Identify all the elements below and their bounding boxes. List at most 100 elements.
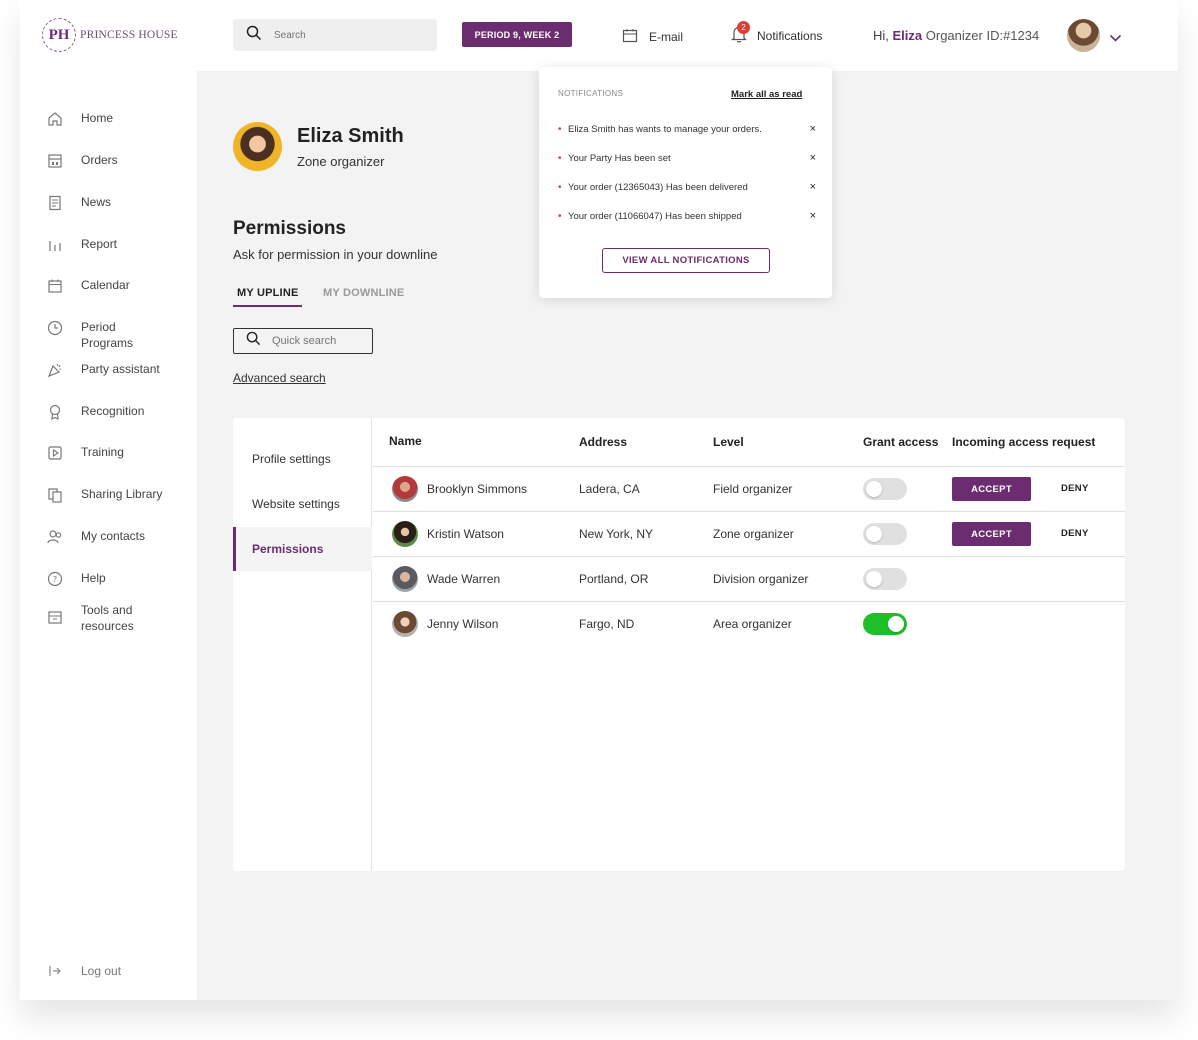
row-address: Fargo, ND [579, 617, 635, 631]
email-label: E-mail [649, 30, 684, 44]
close-icon[interactable]: × [806, 123, 816, 135]
active-tab-indicator [233, 305, 302, 307]
bell-icon: 2 [730, 21, 750, 44]
brand-logo[interactable]: PH PRINCESS HOUSE [42, 18, 178, 52]
period-badge[interactable]: PERIOD 9, WEEK 2 [462, 22, 572, 47]
grant-access-toggle[interactable] [863, 613, 907, 635]
sidebar-item-sharing-library[interactable]: Sharing Library [46, 486, 171, 504]
notification-count-badge: 2 [737, 21, 750, 34]
settings-nav-website[interactable]: Website settings [233, 482, 372, 526]
notification-item[interactable]: • Eliza Smith has wants to manage your o… [558, 123, 816, 135]
row-name: Wade Warren [427, 572, 501, 586]
notification-text: Your order (12365043) Has been delivered [568, 181, 748, 193]
row-name: Kristin Watson [427, 527, 504, 541]
view-all-notifications-button[interactable]: VIEW ALL NOTIFICATIONS [602, 248, 770, 273]
tab-my-downline[interactable]: MY DOWNLINE [323, 287, 404, 299]
calendar-icon [622, 28, 638, 46]
sidebar-item-label: Sharing Library [81, 487, 163, 501]
column-header-address: Address [579, 435, 628, 449]
notification-item[interactable]: • Your order (11066047) Has been shipped… [558, 210, 816, 222]
grant-access-toggle[interactable] [863, 568, 907, 590]
email-link[interactable]: E-mail [622, 28, 683, 46]
sidebar-item-label: Training [81, 445, 124, 459]
quick-search[interactable] [233, 328, 373, 354]
advanced-search-link[interactable]: Advanced search [233, 371, 326, 385]
top-bar: PERIOD 9, WEEK 2 E-mail 2 Notifications … [197, 0, 1178, 71]
logout-icon [46, 962, 64, 980]
unread-dot-icon: • [558, 123, 562, 135]
sidebar-item-recognition[interactable]: Recognition [46, 403, 171, 421]
sidebar-item-training[interactable]: Training [46, 444, 171, 462]
row-level: Field organizer [713, 482, 793, 496]
sidebar-item-period-programs[interactable]: Period Programs [46, 319, 171, 351]
grant-access-toggle[interactable] [863, 523, 907, 545]
accept-button[interactable]: ACCEPT [952, 522, 1031, 546]
sidebar-item-help[interactable]: ? Help [46, 570, 171, 588]
deny-button[interactable]: DENY [1061, 528, 1089, 539]
sidebar-item-my-contacts[interactable]: My contacts [46, 528, 171, 546]
accept-button[interactable]: ACCEPT [952, 477, 1031, 501]
sidebar-item-home[interactable]: Home [46, 110, 171, 128]
row-name: Jenny Wilson [427, 617, 499, 631]
copy-icon [46, 486, 64, 504]
search-input[interactable] [274, 29, 424, 41]
logout-button[interactable]: Log out [46, 962, 171, 980]
sidebar-item-news[interactable]: News [46, 194, 171, 212]
unread-dot-icon: • [558, 152, 562, 164]
column-header-name: Name [389, 434, 422, 448]
sidebar-item-orders[interactable]: Orders [46, 152, 171, 170]
svg-text:?: ? [53, 575, 57, 584]
grant-access-toggle[interactable] [863, 478, 907, 500]
page-title: Permissions [233, 218, 346, 239]
row-name: Brooklyn Simmons [427, 482, 528, 496]
profile-name: Eliza Smith [297, 125, 404, 147]
table-row: Brooklyn Simmons Ladera, CA Field organi… [373, 466, 1125, 511]
orders-icon [46, 152, 64, 170]
notifications-button[interactable]: 2 Notifications [730, 21, 822, 44]
sidebar-item-tools-resources[interactable]: Tools and resources [46, 602, 171, 634]
clock-icon [46, 319, 64, 337]
sidebar-item-report[interactable]: Report [46, 236, 171, 254]
close-icon[interactable]: × [806, 152, 816, 164]
greeting-name: Eliza [892, 28, 923, 43]
sidebar-item-label: Period Programs [81, 320, 134, 350]
settings-panel: Profile settings Website settings Permis… [233, 418, 1125, 871]
mark-all-read-link[interactable]: Mark all as read [731, 89, 802, 100]
row-address: New York, NY [579, 527, 654, 541]
deny-button[interactable]: DENY [1061, 483, 1089, 494]
search-icon [246, 25, 262, 46]
row-level: Division organizer [713, 572, 809, 586]
table-row: Wade Warren Portland, OR Division organi… [373, 556, 1125, 601]
notification-item[interactable]: • Your order (12365043) Has been deliver… [558, 181, 816, 193]
sidebar-item-calendar[interactable]: Calendar [46, 277, 171, 295]
sidebar-item-label: Help [81, 571, 106, 585]
sidebar-item-label: Calendar [81, 278, 130, 292]
global-search[interactable] [233, 19, 437, 51]
notification-text: Eliza Smith has wants to manage your ord… [568, 123, 762, 135]
settings-nav-profile[interactable]: Profile settings [233, 437, 372, 481]
chevron-down-icon[interactable] [1109, 30, 1122, 48]
avatar [392, 611, 418, 637]
close-icon[interactable]: × [806, 210, 816, 222]
greeting-prefix: Hi, [873, 28, 889, 43]
settings-nav: Profile settings Website settings Permis… [233, 418, 372, 871]
news-icon [46, 194, 64, 212]
sidebar-item-party-assistant[interactable]: Party assistant [46, 361, 171, 379]
page-subtitle: Ask for permission in your downline [233, 247, 438, 262]
notification-item[interactable]: • Your Party Has been set × [558, 152, 816, 164]
settings-nav-permissions[interactable]: Permissions [233, 527, 372, 571]
contacts-icon [46, 528, 64, 546]
row-address: Portland, OR [579, 572, 649, 586]
search-icon [246, 331, 261, 351]
close-icon[interactable]: × [806, 181, 816, 193]
party-icon [46, 361, 64, 379]
sidebar-item-label: Report [81, 237, 118, 251]
avatar[interactable] [1067, 19, 1100, 52]
unread-dot-icon: • [558, 181, 562, 193]
quick-search-input[interactable] [272, 335, 372, 347]
toggle-knob [866, 571, 882, 587]
logo-text: PRINCESS HOUSE [80, 29, 178, 41]
report-icon [46, 236, 64, 254]
organizer-id: Organizer ID:#1234 [925, 28, 1040, 43]
tab-my-upline[interactable]: MY UPLINE [237, 287, 299, 299]
